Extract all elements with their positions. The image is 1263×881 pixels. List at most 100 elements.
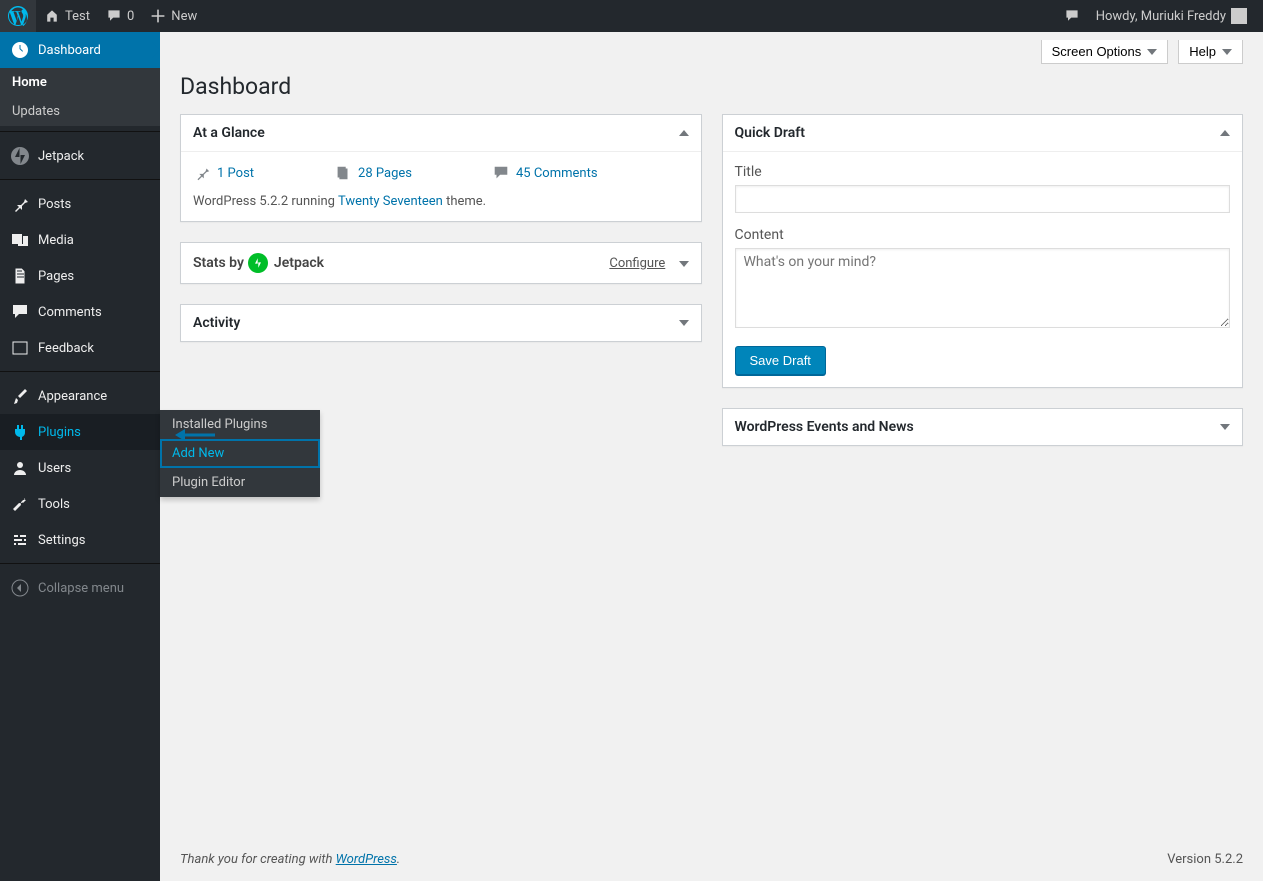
configure-link[interactable]: Configure [609,256,665,271]
sidebar-label: Users [38,461,71,476]
wordpress-link[interactable]: WordPress [336,852,397,867]
admin-bar: Test 0 New Howdy, Muriuki Freddy [0,0,1263,32]
collapse-label: Collapse menu [38,581,124,596]
dashboard-widgets: At a Glance 1 Post 28 Pages [160,104,1263,486]
chevron-down-icon [679,261,689,267]
sidebar-item-users[interactable]: Users [0,450,160,486]
widget-title: Quick Draft [735,125,805,141]
pages-count-link[interactable]: 28 Pages [334,164,412,182]
sidebar-item-settings[interactable]: Settings [0,522,160,558]
sidebar-item-comments[interactable]: Comments [0,294,160,330]
jetpack-label: Jetpack [274,255,324,271]
sidebar-label: Media [38,233,74,248]
pin-icon [193,164,211,182]
collapse-icon [10,578,30,598]
wp-logo[interactable] [0,0,36,32]
stats-by-label: Stats by [193,255,244,271]
comments-link[interactable]: 0 [98,0,142,32]
sidebar-label: Pages [38,269,74,284]
pages-count: 28 Pages [358,166,412,181]
events-header[interactable]: WordPress Events and News [723,409,1243,445]
submenu-home[interactable]: Home [0,68,160,97]
thanks-text: Thank you for creating with [180,852,336,867]
sidebar-label: Jetpack [38,149,84,164]
sidebar-label: Comments [38,305,102,320]
pin-icon [10,194,30,214]
content-label: Content [735,227,1231,243]
pages-icon [334,164,352,182]
avatar [1231,8,1247,24]
widget-title: WordPress Events and News [735,419,914,435]
greeting-label: Howdy, Muriuki Freddy [1096,9,1226,24]
sidebar-item-tools[interactable]: Tools [0,486,160,522]
save-draft-button[interactable]: Save Draft [735,346,826,375]
sidebar-item-appearance[interactable]: Appearance [0,378,160,414]
sidebar-item-jetpack[interactable]: Jetpack [0,138,160,174]
sidebar-item-dashboard[interactable]: Dashboard [0,32,160,68]
sidebar-item-posts[interactable]: Posts [0,186,160,222]
sidebar-label: Dashboard [38,43,101,58]
tools-icon [10,494,30,514]
sidebar-label: Tools [38,497,70,512]
at-a-glance-body: 1 Post 28 Pages 45 Comments WordPress 5.… [181,152,701,221]
posts-count: 1 Post [217,166,254,181]
at-a-glance-widget: At a Glance 1 Post 28 Pages [180,114,702,222]
chevron-down-icon [679,320,689,326]
menu-separator [0,366,160,372]
chevron-down-icon [1147,49,1157,55]
left-column: At a Glance 1 Post 28 Pages [180,114,702,362]
collapse-menu[interactable]: Collapse menu [0,570,160,606]
posts-count-link[interactable]: 1 Post [193,164,254,182]
sidebar-item-plugins[interactable]: Plugins [0,414,160,450]
draft-content-textarea[interactable] [735,248,1231,328]
version-prefix: WordPress 5.2.2 running [193,194,338,209]
wp-version-info: WordPress 5.2.2 running Twenty Seventeen… [193,194,689,209]
at-a-glance-header[interactable]: At a Glance [181,115,701,152]
activity-header[interactable]: Activity [181,305,701,341]
sidebar-item-media[interactable]: Media [0,222,160,258]
comment-count: 0 [127,9,134,24]
draft-title-input[interactable] [735,185,1231,213]
quick-draft-body: Title Content Save Draft [723,152,1243,387]
chevron-down-icon [1220,424,1230,430]
admin-bar-left: Test 0 New [0,0,205,32]
widget-title: Activity [193,315,240,331]
menu-separator [0,174,160,180]
stats-title: Stats by Jetpack [193,253,324,273]
main-content: Screen Options Help Dashboard At a Glanc… [160,32,1263,881]
admin-footer: Thank you for creating with WordPress. V… [160,838,1263,881]
widget-title: At a Glance [193,125,265,141]
pages-icon [10,266,30,286]
feedback-icon [10,338,30,358]
jetpack-badge-icon [248,253,268,273]
sidebar-label: Feedback [38,341,94,356]
right-column: Quick Draft Title Content Save Draft [722,114,1244,466]
title-label: Title [735,164,1231,180]
screen-options-button[interactable]: Screen Options [1041,40,1169,64]
comments-icon [492,164,510,182]
account-link[interactable]: Howdy, Muriuki Freddy [1088,0,1255,32]
help-button[interactable]: Help [1178,40,1243,64]
brush-icon [10,386,30,406]
sidebar-label: Plugins [38,425,81,440]
quick-draft-header[interactable]: Quick Draft [723,115,1243,152]
sidebar-label: Appearance [38,389,107,404]
quick-draft-widget: Quick Draft Title Content Save Draft [722,114,1244,388]
site-link[interactable]: Test [36,0,98,32]
chevron-up-icon [679,130,689,136]
new-label: New [171,9,197,24]
site-name-label: Test [65,9,90,24]
footer-version: Version 5.2.2 [1167,852,1243,867]
sidebar-item-pages[interactable]: Pages [0,258,160,294]
help-label: Help [1189,44,1216,59]
admin-bar-right: Howdy, Muriuki Freddy [1056,0,1255,32]
notifications-icon[interactable] [1056,0,1088,32]
menu-separator [0,558,160,564]
comments-count-link[interactable]: 45 Comments [492,164,598,182]
new-link[interactable]: New [142,0,205,32]
screen-options-label: Screen Options [1052,44,1142,59]
sidebar-item-feedback[interactable]: Feedback [0,330,160,366]
theme-link[interactable]: Twenty Seventeen [338,194,443,209]
submenu-updates[interactable]: Updates [0,97,160,126]
plugin-icon [10,422,30,442]
